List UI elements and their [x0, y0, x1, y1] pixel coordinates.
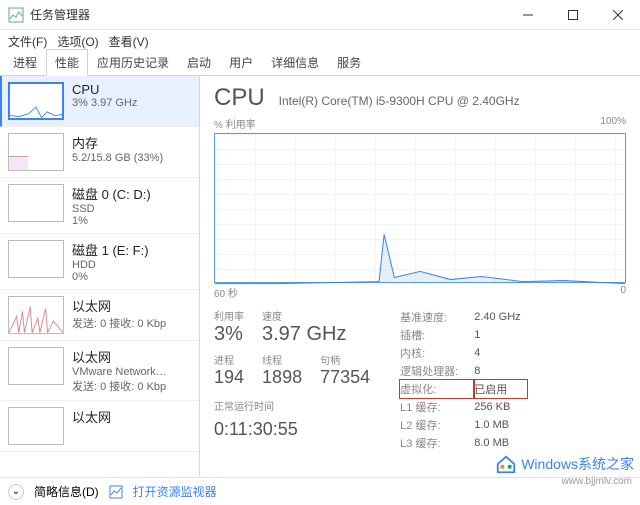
sidebar-eth0-title: 以太网: [72, 296, 166, 315]
cpu-name: Intel(R) Core(TM) i5-9300H CPU @ 2.40GHz: [279, 94, 520, 108]
tab-startup[interactable]: 启动: [178, 49, 220, 76]
house-icon: [495, 453, 517, 475]
sidebar-item-cpu[interactable]: CPU3% 3.97 GHz: [0, 76, 199, 127]
menu-view[interactable]: 查看(V): [109, 33, 149, 50]
sidebar-cpu-sub: 3% 3.97 GHz: [72, 97, 137, 109]
sidebar-item-memory[interactable]: 内存5.2/15.8 GB (33%): [0, 127, 199, 178]
val-sockets: 1: [474, 326, 526, 344]
chart-ylabel: % 利用率: [214, 116, 256, 131]
sidebar-disk0-title: 磁盘 0 (C: D:): [72, 184, 151, 203]
titlebar: 任务管理器: [0, 0, 640, 30]
val-uptime: 0:11:30:55: [214, 419, 370, 440]
window-title: 任务管理器: [30, 6, 505, 23]
sidebar-item-ethernet2[interactable]: 以太网: [0, 401, 199, 452]
chart-ymax: 100%: [600, 116, 626, 131]
close-button[interactable]: [595, 0, 640, 30]
label-speed: 速度: [262, 308, 346, 323]
val-cores: 4: [474, 344, 526, 362]
watermark-text: Windows系统之家: [521, 454, 634, 474]
app-icon: [8, 7, 24, 23]
sidebar-item-ethernet0[interactable]: 以太网发送: 0 接收: 0 Kbp: [0, 290, 199, 341]
sidebar-eth0-sub: 发送: 0 接收: 0 Kbp: [72, 315, 166, 331]
eth1-thumb: [8, 347, 64, 385]
label-handles: 句柄: [320, 352, 370, 367]
val-speed: 3.97 GHz: [262, 323, 346, 346]
sidebar-eth2-title: 以太网: [72, 407, 111, 426]
sidebar-item-disk1[interactable]: 磁盘 1 (E: F:)HDD0%: [0, 234, 199, 290]
cpu-thumb: [8, 82, 64, 120]
sidebar-mem-sub: 5.2/15.8 GB (33%): [72, 152, 163, 164]
val-base: 2.40 GHz: [474, 308, 526, 326]
sidebar-cpu-title: CPU: [72, 82, 137, 97]
label-threads: 线程: [262, 352, 302, 367]
disk0-thumb: [8, 184, 64, 222]
sidebar-disk1-sub: HDD: [72, 259, 149, 271]
maximize-button[interactable]: [550, 0, 595, 30]
page-title: CPU: [214, 84, 265, 112]
main-panel: CPU Intel(R) Core(TM) i5-9300H CPU @ 2.4…: [200, 76, 640, 476]
sidebar-item-ethernet1[interactable]: 以太网VMware Network…发送: 0 接收: 0 Kbp: [0, 341, 199, 401]
sidebar-eth1-title: 以太网: [72, 347, 167, 366]
tab-services[interactable]: 服务: [328, 49, 370, 76]
tabbar: 进程 性能 应用历史记录 启动 用户 详细信息 服务: [0, 52, 640, 76]
val-l1: 256 KB: [474, 398, 526, 416]
tab-apphistory[interactable]: 应用历史记录: [88, 49, 178, 76]
disk1-thumb: [8, 240, 64, 278]
tab-performance[interactable]: 性能: [46, 49, 88, 76]
sidebar-eth1-sub2: 发送: 0 接收: 0 Kbp: [72, 378, 167, 394]
sidebar-disk1-pct: 0%: [72, 271, 149, 283]
open-resmon-link[interactable]: 打开资源监视器: [133, 483, 217, 500]
tab-details[interactable]: 详细信息: [262, 49, 328, 76]
val-l2: 1.0 MB: [474, 416, 526, 434]
cpu-chart[interactable]: [214, 133, 626, 283]
val-threads: 1898: [262, 367, 302, 388]
sidebar-disk1-title: 磁盘 1 (E: F:): [72, 240, 149, 259]
resmon-icon: [109, 485, 123, 499]
watermark-url: www.bjjmlv.com: [562, 476, 632, 487]
label-uptime: 正常运行时间: [214, 398, 370, 413]
menu-options[interactable]: 选项(O): [57, 33, 98, 50]
brief-info-link[interactable]: 简略信息(D): [34, 483, 99, 500]
sidebar-eth1-sub: VMware Network…: [72, 366, 167, 378]
sidebar-disk0-sub: SSD: [72, 203, 151, 215]
eth0-thumb: [8, 296, 64, 334]
val-logical: 8: [474, 362, 526, 380]
sidebar-mem-title: 内存: [72, 133, 163, 152]
footer: ⌄ 简略信息(D) 打开资源监视器: [0, 477, 640, 505]
memory-thumb: [8, 133, 64, 171]
sidebar-item-disk0[interactable]: 磁盘 0 (C: D:)SSD1%: [0, 178, 199, 234]
menu-file[interactable]: 文件(F): [8, 33, 47, 50]
val-handles: 77354: [320, 367, 370, 388]
val-virt: 已启用: [474, 380, 526, 398]
tab-users[interactable]: 用户: [220, 49, 262, 76]
val-util: 3%: [214, 323, 244, 346]
watermark: Windows系统之家 www.bjjmlv.com: [495, 453, 634, 475]
cpu-details: 基准速度:2.40 GHz 插槽:1 内核:4 逻辑处理器:8 虚拟化:已启用 …: [400, 308, 527, 452]
sidebar-disk0-pct: 1%: [72, 215, 151, 227]
eth2-thumb: [8, 407, 64, 445]
minimize-button[interactable]: [505, 0, 550, 30]
sidebar[interactable]: CPU3% 3.97 GHz 内存5.2/15.8 GB (33%) 磁盘 0 …: [0, 76, 200, 476]
val-l3: 8.0 MB: [474, 434, 526, 452]
val-proc: 194: [214, 367, 244, 388]
label-util: 利用率: [214, 308, 244, 323]
chevron-down-icon[interactable]: ⌄: [8, 484, 24, 500]
tab-processes[interactable]: 进程: [4, 49, 46, 76]
label-proc: 进程: [214, 352, 244, 367]
